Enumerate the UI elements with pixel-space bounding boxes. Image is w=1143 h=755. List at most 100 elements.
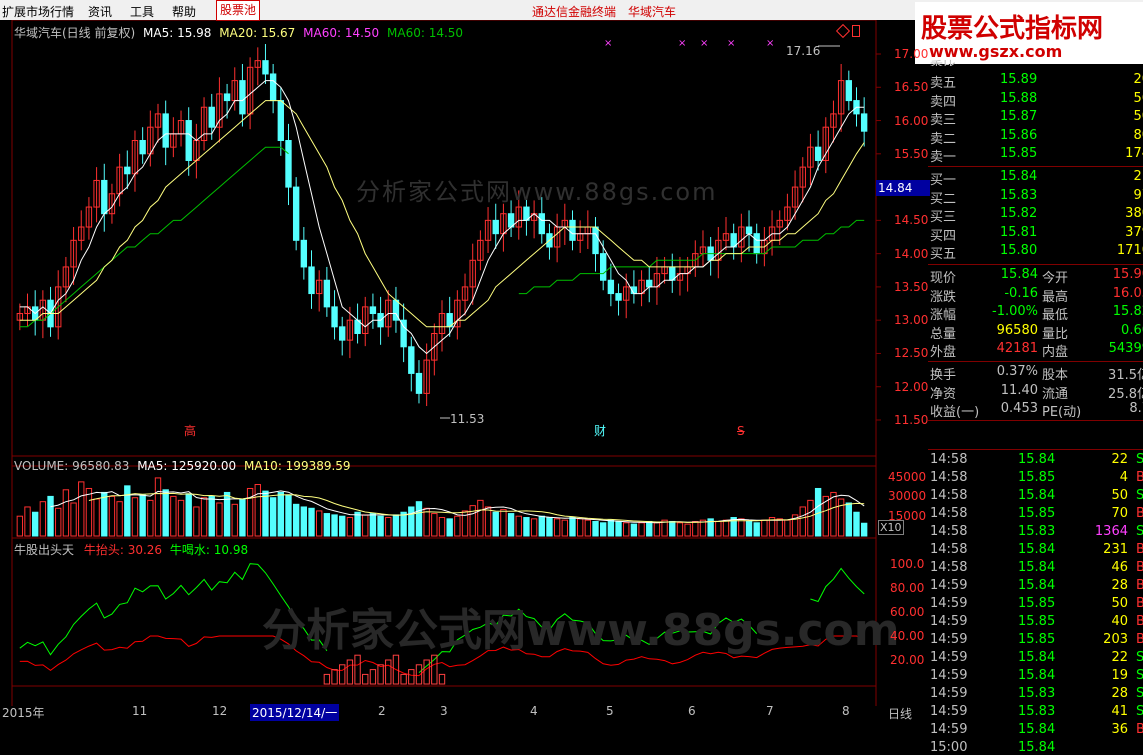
volume-bar <box>369 513 377 537</box>
trade-volume: 41 <box>1111 704 1128 719</box>
stat-label: 总量 <box>930 326 957 342</box>
volume-bar <box>147 499 154 537</box>
trade-time: 14:58 <box>930 452 968 467</box>
menu-item-tools[interactable]: 工具 <box>130 3 154 20</box>
menu-item-help[interactable]: 帮助 <box>172 3 196 20</box>
candle-body <box>292 186 300 241</box>
trade-volume: 28 <box>1111 578 1128 593</box>
volume-bar <box>55 507 62 537</box>
price-tick-label: 12.50 <box>894 346 929 361</box>
trade-direction: B <box>1136 506 1143 521</box>
stat-value: 15.82 <box>1112 304 1143 319</box>
price-panel[interactable]: × × × × × <box>16 38 881 421</box>
finance-label: 流通 <box>1042 386 1069 402</box>
volume-bar <box>85 487 93 537</box>
trade-time: 15:00 <box>930 740 968 755</box>
time-axis-label: 6 <box>688 704 696 718</box>
stock-pool-button[interactable]: 股票池 <box>216 0 261 21</box>
trade-volume: 19 <box>1111 668 1128 683</box>
trade-direction: B <box>1136 578 1143 593</box>
volume-bar <box>592 520 599 537</box>
trade-price: 15.85 <box>1018 614 1056 629</box>
stat-label: 最高 <box>1042 289 1069 305</box>
trade-direction: B <box>1136 560 1143 575</box>
finance-label: PE(动) <box>1042 405 1082 420</box>
stat-label: 涨幅 <box>930 308 957 323</box>
menu-item-news[interactable]: 资讯 <box>88 3 112 20</box>
volume-bar <box>162 489 169 537</box>
finance-value: 25.8亿 <box>1108 386 1143 402</box>
bid-price: 15.82 <box>1000 206 1038 221</box>
volume-bar <box>477 499 484 537</box>
indicator-bar <box>339 664 346 685</box>
trade-volume: 36 <box>1111 722 1128 737</box>
marker-s[interactable]: S <box>737 424 745 438</box>
candle-body <box>300 239 308 268</box>
candle-body <box>615 293 622 301</box>
bid-volume: 380 <box>1125 206 1143 221</box>
trade-volume: 1364 <box>1094 524 1128 539</box>
finance-value: 31.5亿 <box>1108 368 1143 383</box>
bid-volume: 379 <box>1125 224 1143 240</box>
current-price-tag: 14.84 <box>876 180 930 196</box>
watermark-logo: 股票公式指标网 www.gszx.com <box>915 2 1143 64</box>
bid-label: 买二 <box>930 191 957 207</box>
volume-bar <box>193 506 200 537</box>
time-axis-label: 2 <box>378 704 386 718</box>
trade-price: 15.85 <box>1018 596 1056 611</box>
trade-direction: S <box>1136 650 1143 665</box>
volume-bar <box>684 523 691 537</box>
indicator-name[interactable]: 牛股出头天 <box>14 543 74 557</box>
marker-cai[interactable]: 财 <box>594 422 606 439</box>
trade-time: 14:59 <box>930 614 968 629</box>
volume-bar <box>32 511 39 537</box>
volume-bar <box>131 497 139 537</box>
event-marker: × <box>604 38 612 49</box>
volume-bar <box>484 506 492 537</box>
bid-volume: 21 <box>1133 169 1143 184</box>
volume-bar <box>377 515 384 537</box>
bid-price: 15.84 <box>1000 169 1038 184</box>
trade-time: 14:58 <box>930 524 968 539</box>
indicator-bar <box>331 669 338 685</box>
ask-volume: 174 <box>1125 146 1143 161</box>
trade-volume: 22 <box>1111 452 1128 467</box>
trade-time: 14:59 <box>930 704 968 719</box>
candle-body <box>269 73 277 102</box>
period-label[interactable]: 日线 <box>888 705 912 722</box>
trade-price: 15.84 <box>1018 452 1056 467</box>
volume-bar <box>292 503 300 537</box>
panel-toggle-icon[interactable] <box>852 25 860 37</box>
volume-bar <box>354 511 361 537</box>
trade-direction: B <box>1136 542 1143 557</box>
price-tick-label: 14.50 <box>894 213 929 228</box>
volume-bar <box>546 517 553 537</box>
volume-bar <box>400 511 407 537</box>
trade-direction: S <box>1136 524 1143 539</box>
volume-bar <box>784 519 791 537</box>
trade-price: 15.85 <box>1018 506 1056 521</box>
volume-bar <box>216 502 223 537</box>
menu-item-ext-market[interactable]: 扩展市场行情 <box>2 3 74 20</box>
volume-panel[interactable] <box>16 477 868 537</box>
volume-bar <box>538 515 545 537</box>
finance-label: 净资 <box>930 386 957 402</box>
trade-time: 14:58 <box>930 488 968 503</box>
candle-body <box>185 120 192 161</box>
volume-bar <box>323 513 331 537</box>
volume-bar <box>431 513 438 537</box>
volume-bar <box>584 519 592 537</box>
marker-gao[interactable]: 高 <box>184 422 196 439</box>
price-tick-label: 16.00 <box>894 113 929 128</box>
candle-body <box>814 146 822 161</box>
volume-bar <box>600 522 607 537</box>
bid-price: 15.80 <box>1000 243 1038 258</box>
stock-name-title: 华域汽车 <box>628 5 677 19</box>
volume-bar <box>78 481 85 537</box>
volume-bar <box>753 522 760 537</box>
candle-body <box>569 219 576 241</box>
chart-area[interactable]: × × × × × 华域汽车(日线 前复权) MA5: 15.98 MA20: 15.6… <box>0 20 930 724</box>
volume-bar <box>177 499 185 537</box>
time-axis-label: 4 <box>530 704 538 718</box>
stat-label: 最低 <box>1042 308 1069 323</box>
